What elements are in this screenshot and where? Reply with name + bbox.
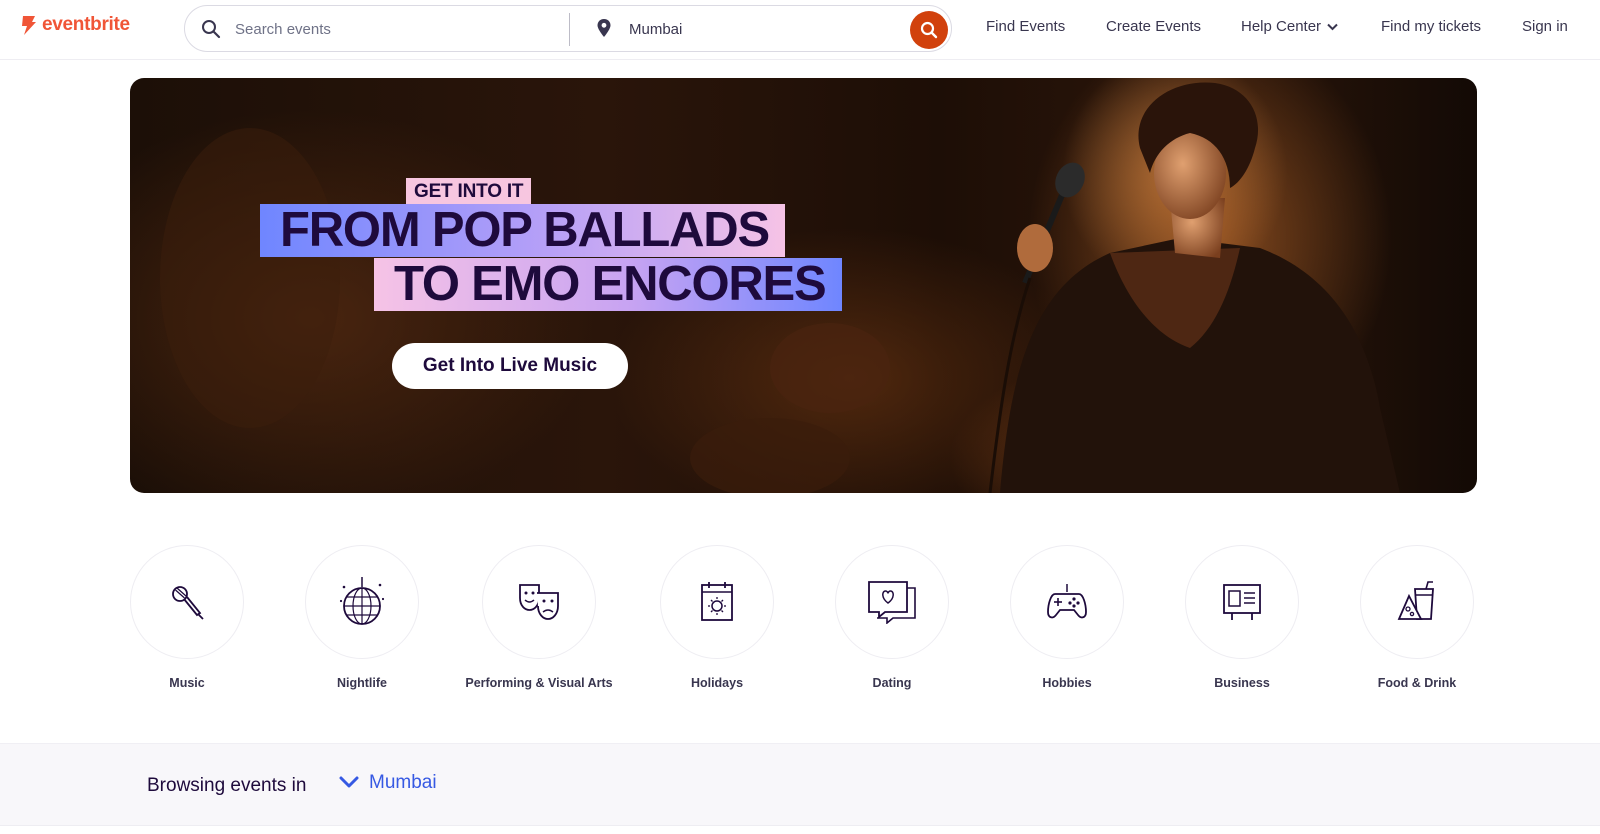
category-dating-circle	[835, 545, 949, 659]
chat-heart-icon	[868, 581, 916, 624]
browse-label: Browsing events in	[147, 775, 307, 796]
food-drink-icon	[1397, 581, 1434, 620]
category-holidays-circle	[660, 545, 774, 659]
nav-find-events[interactable]: Find Events	[986, 18, 1065, 35]
browse-location-bar: Browsing events in Mumbai	[0, 743, 1600, 826]
search-bar	[184, 5, 952, 52]
hero-banner: GET INTO IT FROM POP BALLADS TO EMO ENCO…	[130, 78, 1477, 493]
category-label: Holidays	[690, 676, 744, 690]
search-button-icon	[920, 21, 938, 39]
category-label: Dating	[872, 676, 912, 690]
chevron-down-icon	[339, 776, 359, 788]
category-dating[interactable]: Dating	[812, 545, 972, 692]
category-performing-visual-arts[interactable]: Performing & Visual Arts	[459, 545, 619, 692]
category-business-circle	[1185, 545, 1299, 659]
disco-ball-icon	[339, 577, 385, 625]
nav-help-center-label: Help Center	[1241, 18, 1322, 35]
category-label: Hobbies	[1042, 676, 1092, 690]
nav-sign-in[interactable]: Sign in	[1522, 18, 1568, 35]
microphone-icon	[172, 586, 204, 620]
category-label: Performing & Visual Arts	[465, 676, 613, 690]
category-business[interactable]: Business	[1162, 545, 1322, 692]
hero-headline-line2: TO EMO ENCORES	[374, 258, 842, 311]
browse-location-label: Mumbai	[369, 772, 437, 793]
browse-location-dropdown[interactable]: Mumbai	[339, 772, 437, 794]
nav-create-events[interactable]: Create Events	[1106, 18, 1201, 35]
search-input[interactable]	[235, 18, 535, 40]
category-music[interactable]: Music	[107, 545, 267, 692]
hero-headline-line1: FROM POP BALLADS	[260, 204, 785, 257]
location-input[interactable]	[629, 18, 869, 40]
eventbrite-logo[interactable]: eventbrite	[20, 14, 130, 36]
category-hobbies-circle	[1010, 545, 1124, 659]
chevron-down-icon	[1327, 23, 1338, 31]
search-divider	[569, 13, 570, 46]
search-icon	[202, 20, 221, 39]
top-header: eventbrite Find Events Create Events Hel…	[0, 0, 1600, 60]
nav-help-center[interactable]: Help Center	[1241, 18, 1338, 35]
calendar-sun-icon	[701, 582, 733, 621]
category-nightlife-circle	[305, 545, 419, 659]
get-into-live-music-button[interactable]: Get Into Live Music	[392, 343, 628, 389]
category-arts-circle	[482, 545, 596, 659]
category-label: Business	[1214, 676, 1270, 690]
category-label: Food & Drink	[1377, 676, 1457, 690]
category-holidays[interactable]: Holidays	[637, 545, 797, 692]
category-food-drink-circle	[1360, 545, 1474, 659]
gamepad-icon	[1047, 584, 1087, 619]
category-music-circle	[130, 545, 244, 659]
category-food-drink[interactable]: Food & Drink	[1337, 545, 1497, 692]
presentation-board-icon	[1223, 584, 1261, 620]
theater-masks-icon	[519, 584, 559, 620]
category-list: Music Nightlife Performing & Visual Arts…	[0, 545, 1600, 705]
hero-tag: GET INTO IT	[406, 178, 532, 205]
category-label: Nightlife	[337, 676, 387, 690]
logo-text: eventbrite	[42, 14, 130, 35]
eventbrite-logo-icon	[22, 16, 36, 35]
search-button[interactable]	[910, 11, 948, 49]
category-label: Music	[169, 676, 205, 690]
nav-find-my-tickets[interactable]: Find my tickets	[1381, 18, 1481, 35]
category-hobbies[interactable]: Hobbies	[987, 545, 1147, 692]
category-nightlife[interactable]: Nightlife	[282, 545, 442, 692]
location-pin-icon	[597, 19, 611, 37]
